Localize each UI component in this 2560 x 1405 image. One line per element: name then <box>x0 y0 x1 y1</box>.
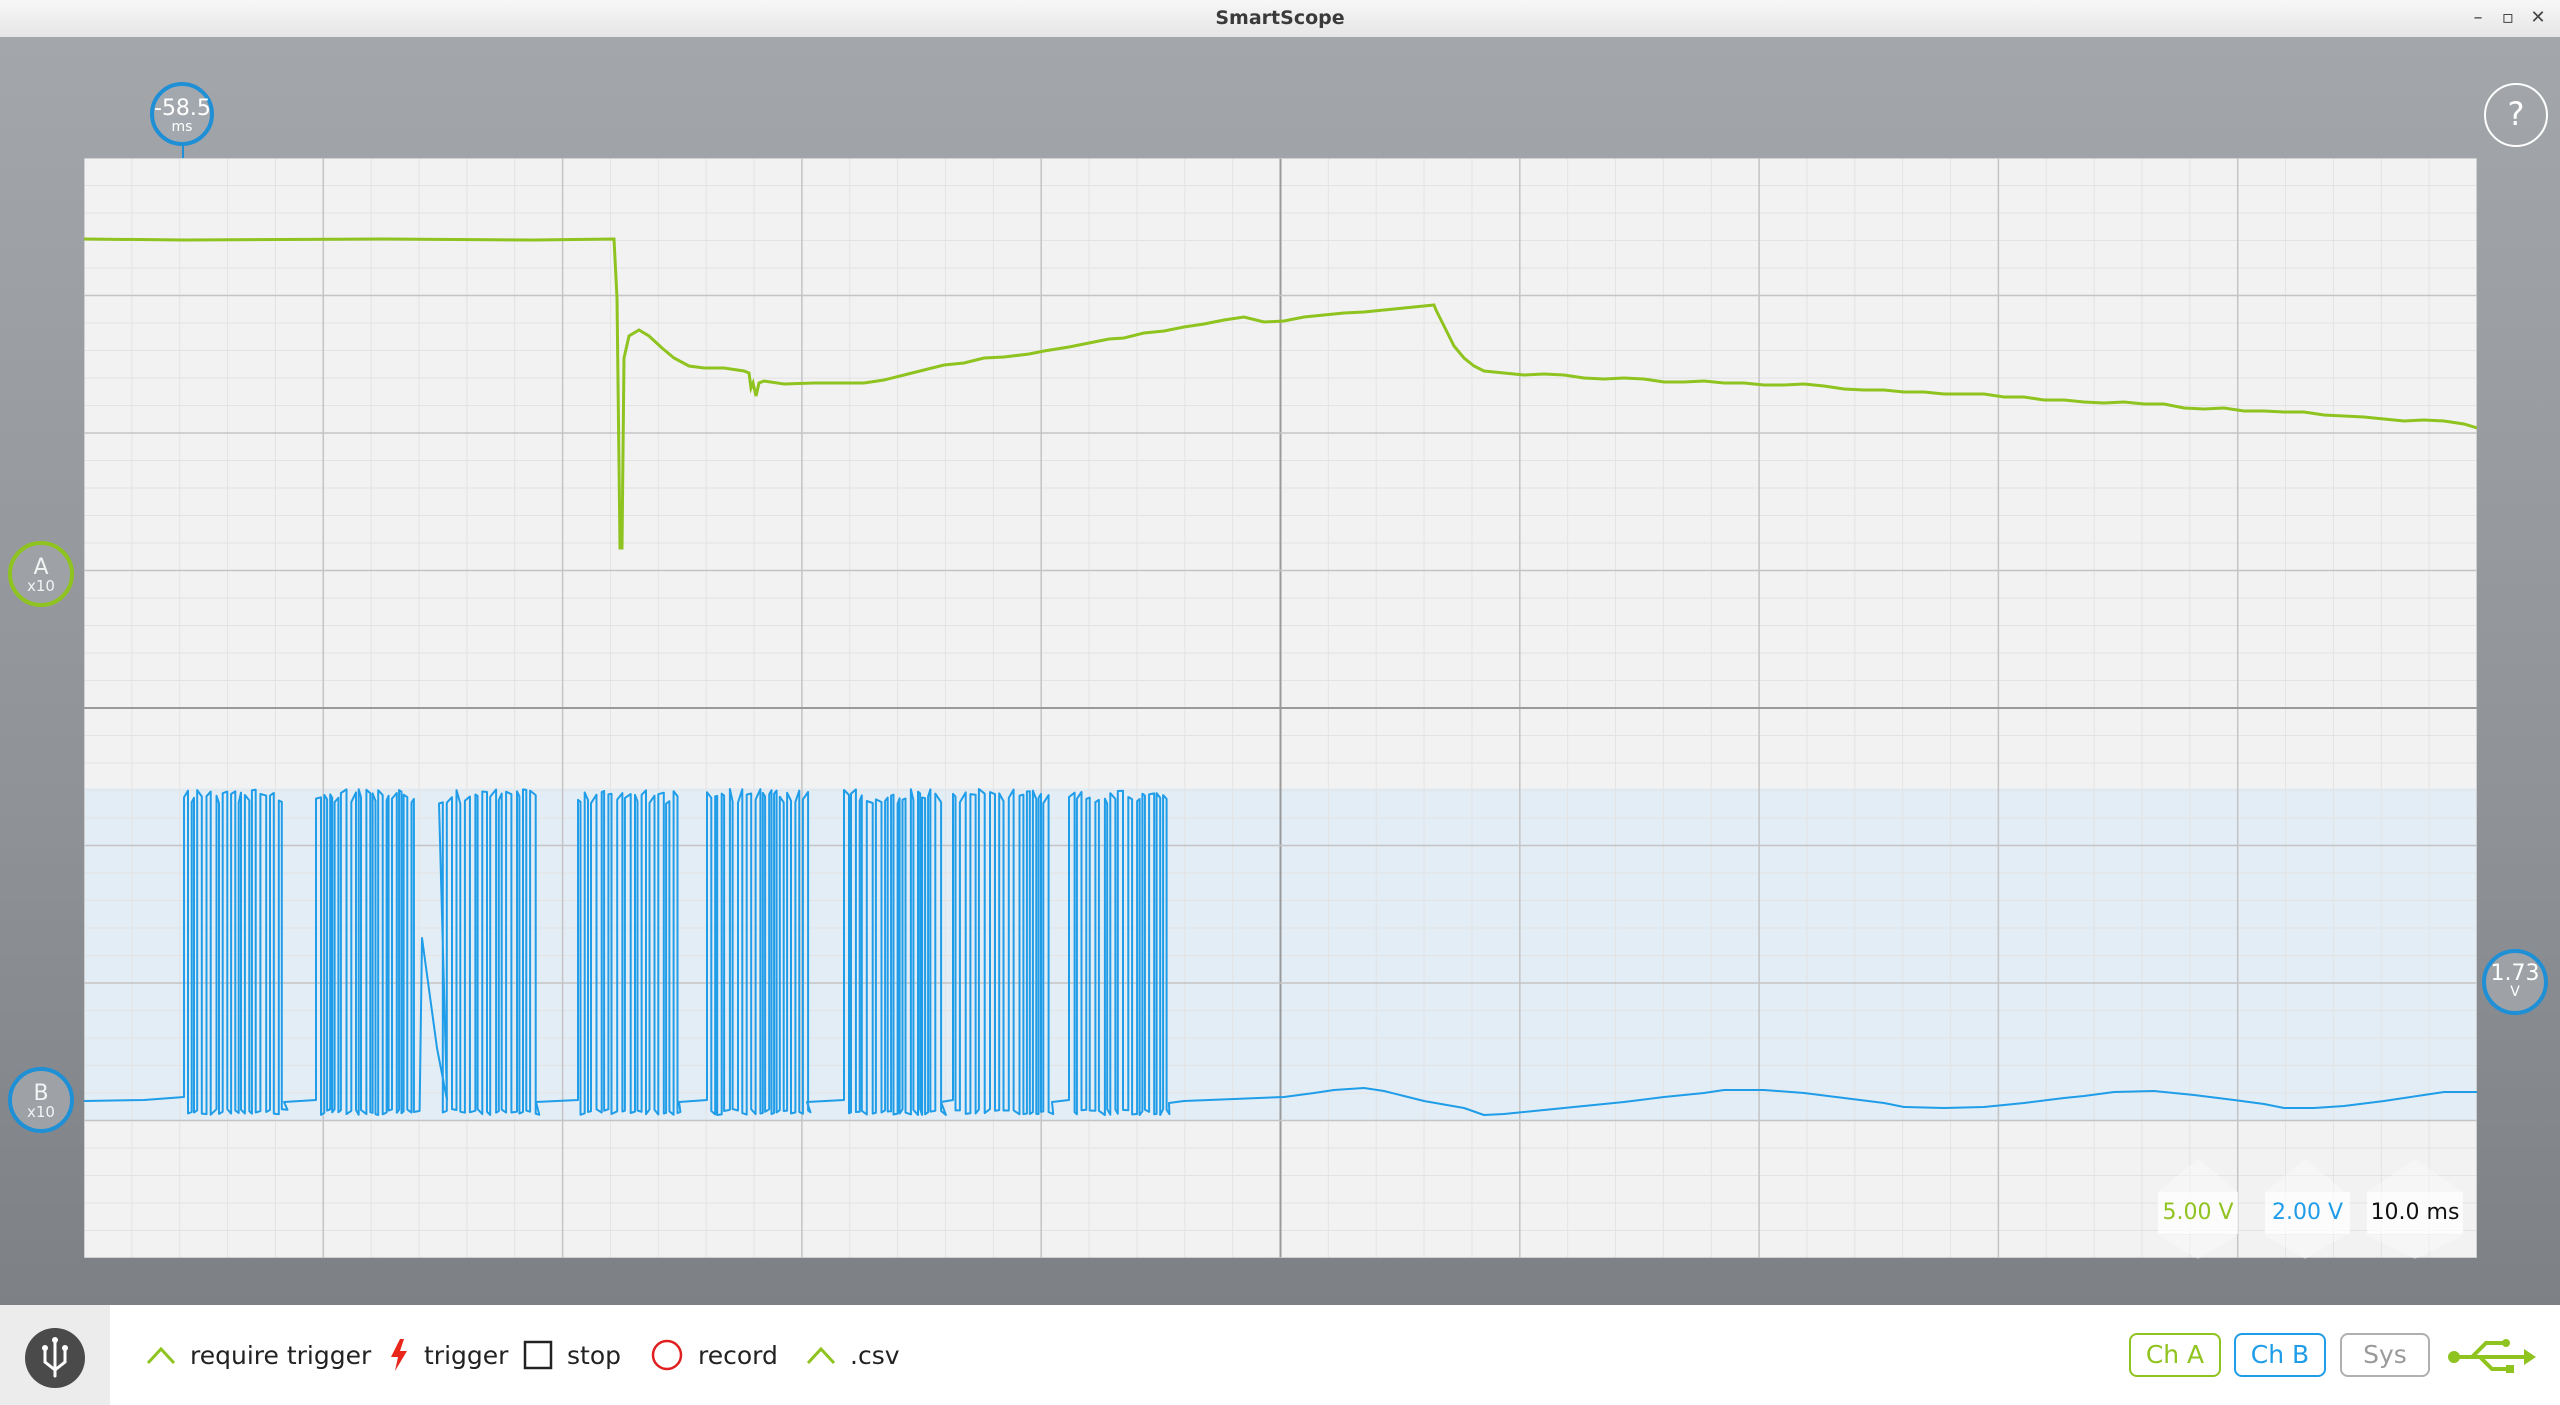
channel-a-probe-label: x10 <box>27 577 55 595</box>
close-icon[interactable]: ✕ <box>2526 6 2550 30</box>
scope-area: -58.5 ms ? A x10 B x10 1.73 V 5.00 V 2.0… <box>0 37 2560 1305</box>
channel-b-offset-marker[interactable]: B x10 <box>8 1067 74 1133</box>
time-offset-marker[interactable]: -58.5 ms <box>150 82 214 146</box>
smartscope-logo-icon <box>25 1328 85 1388</box>
channel-b-marker-label: B <box>33 1081 49 1106</box>
require-trigger-label: require trigger <box>190 1340 372 1370</box>
time-offset-unit: ms <box>171 119 193 135</box>
usb-icon <box>2448 1339 2536 1373</box>
trigger-label: trigger <box>424 1340 509 1370</box>
channel-b-scale-down-icon[interactable] <box>2265 1235 2345 1259</box>
minimize-icon[interactable]: – <box>2466 6 2490 30</box>
system-button[interactable]: Sys <box>2340 1333 2430 1377</box>
square-icon <box>523 1340 553 1370</box>
channel-a-offset-marker[interactable]: A x10 <box>8 541 74 607</box>
window-title: SmartScope <box>1215 7 1345 29</box>
trigger-button[interactable]: trigger <box>388 1305 508 1405</box>
scale-arrows <box>2158 1159 2463 1259</box>
trigger-level-value: 1.73 <box>2490 961 2540 986</box>
time-offset-tick <box>182 145 184 159</box>
channel-a-button[interactable]: Ch A <box>2129 1333 2221 1377</box>
csv-label: .csv <box>850 1340 900 1370</box>
circle-icon <box>651 1339 683 1371</box>
channel-b-button[interactable]: Ch B <box>2234 1333 2326 1377</box>
stop-button[interactable]: stop <box>523 1305 621 1405</box>
lightning-icon <box>391 1339 407 1371</box>
timebase-scale-up-icon[interactable] <box>2367 1159 2463 1192</box>
record-button[interactable]: record <box>650 1305 778 1405</box>
trigger-level-unit: V <box>2510 984 2520 1000</box>
rising-edge-icon <box>146 1346 176 1365</box>
trigger-level-marker[interactable]: 1.73 V <box>2482 949 2548 1015</box>
waveform-plot[interactable] <box>84 158 2477 1258</box>
help-button[interactable]: ? <box>2484 83 2548 147</box>
time-offset-value: -58.5 <box>154 96 211 121</box>
stop-label: stop <box>567 1340 621 1370</box>
rising-edge-icon <box>806 1346 836 1365</box>
csv-export-button[interactable]: .csv <box>806 1305 900 1405</box>
channel-a-scale-up-icon[interactable] <box>2158 1159 2238 1192</box>
window-titlebar: SmartScope – ▫ ✕ <box>0 0 2560 38</box>
channel-b-probe-label: x10 <box>27 1103 55 1121</box>
channel-b-scale-up-icon[interactable] <box>2265 1159 2345 1192</box>
maximize-icon[interactable]: ▫ <box>2496 6 2520 30</box>
timebase-scale-down-icon[interactable] <box>2367 1235 2463 1259</box>
bottom-toolbar: require trigger trigger stop record .csv… <box>0 1305 2560 1405</box>
channel-a-scale-down-icon[interactable] <box>2158 1235 2238 1259</box>
require-trigger-button[interactable]: require trigger <box>146 1305 371 1405</box>
channel-a-marker-label: A <box>33 555 49 580</box>
smartscope-logo[interactable] <box>0 1305 110 1405</box>
question-icon: ? <box>2507 95 2525 133</box>
record-label: record <box>698 1340 778 1370</box>
